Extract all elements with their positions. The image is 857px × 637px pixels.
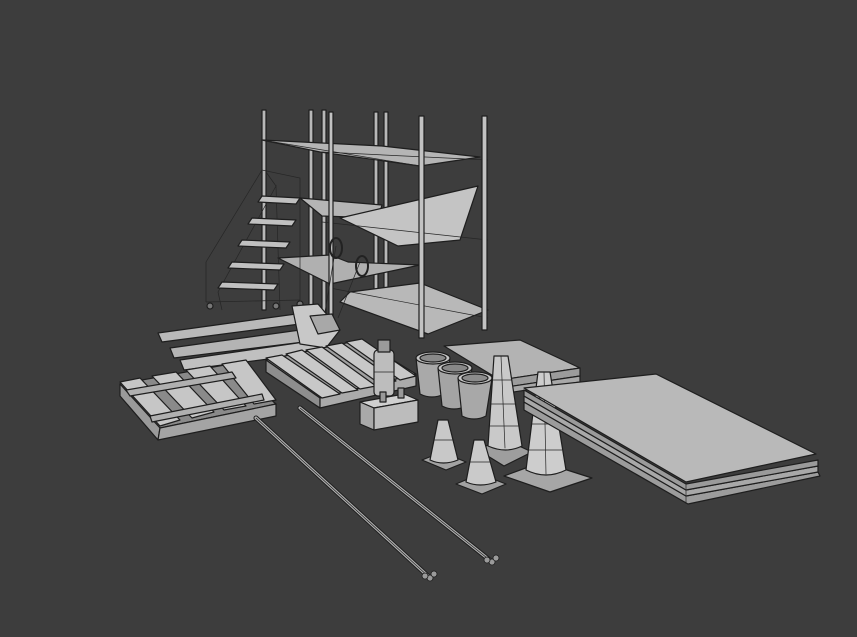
rolling-step-ladder bbox=[205, 169, 304, 311]
gas-canister bbox=[373, 339, 395, 397]
scene-svg bbox=[119, 109, 821, 582]
viewport-render bbox=[0, 0, 857, 637]
scaffold-shelving bbox=[261, 109, 489, 339]
metal-pipes bbox=[253, 405, 500, 582]
wooden-pallet-left bbox=[119, 359, 277, 441]
